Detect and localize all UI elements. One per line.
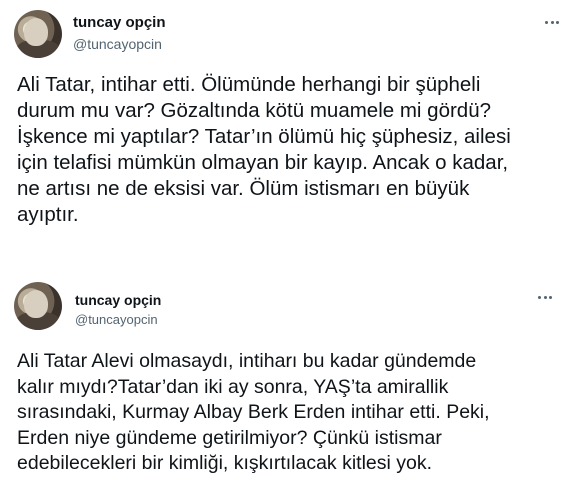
avatar-face [24, 18, 48, 46]
more-options-icon[interactable] [538, 292, 552, 302]
dot [538, 295, 541, 299]
tweet-separator [0, 255, 572, 270]
avatar[interactable] [14, 10, 62, 58]
author-handle[interactable]: @tuncayopcin [75, 312, 158, 327]
dot [550, 20, 554, 24]
dot [556, 20, 559, 24]
tweet-card[interactable]: tuncay opçin @tuncayopcin Ali Tatar Alev… [0, 270, 572, 502]
tweet-text: Ali Tatar Alevi olmasaydı, intiharı bu k… [17, 350, 490, 474]
dot [543, 295, 547, 299]
author-name[interactable]: tuncay opçin [75, 292, 161, 308]
dot [549, 295, 552, 299]
more-options-icon[interactable] [545, 17, 559, 27]
tweet-card[interactable]: tuncay opçin @tuncayopcin Ali Tatar, int… [0, 0, 572, 255]
author-handle[interactable]: @tuncayopcin [73, 36, 162, 52]
dot [545, 20, 548, 24]
author-name[interactable]: tuncay opçin [73, 14, 166, 31]
avatar[interactable] [14, 282, 62, 330]
tweet-text: Ali Tatar, intihar etti. Ölümünde herhan… [17, 73, 511, 226]
avatar-face [24, 290, 48, 318]
